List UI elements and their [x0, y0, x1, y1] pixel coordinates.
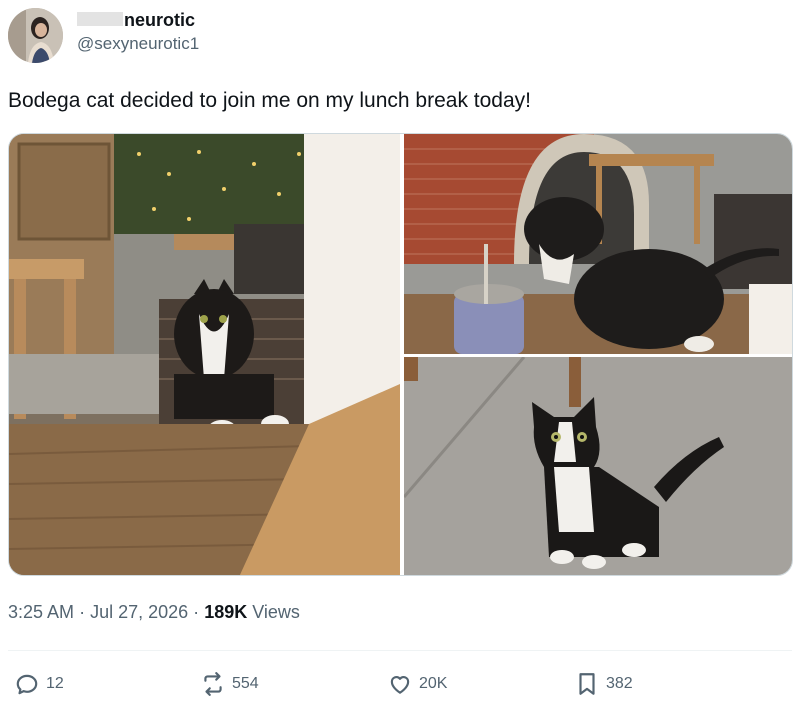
- tweet-date[interactable]: Jul 27, 2026: [90, 602, 188, 622]
- avatar-image: [8, 8, 63, 63]
- repost-count: 554: [232, 675, 259, 692]
- reply-count: 12: [46, 675, 64, 692]
- like-count: 20K: [419, 675, 448, 692]
- tweet-meta: 3:25 AM · Jul 27, 2026 · 189K Views: [8, 600, 300, 624]
- meta-separator: ·: [79, 602, 86, 622]
- name-redaction: [77, 12, 123, 26]
- avatar[interactable]: [8, 8, 63, 63]
- bookmark-icon: [579, 673, 595, 695]
- reply-button[interactable]: 12: [14, 668, 64, 700]
- author-display-name[interactable]: neurotic: [124, 8, 195, 32]
- like-button[interactable]: 20K: [387, 668, 447, 700]
- tweet-time[interactable]: 3:25 AM: [8, 602, 74, 622]
- reply-icon: [16, 674, 38, 695]
- meta-separator: ·: [193, 602, 200, 622]
- photo-cat-at-table[interactable]: [9, 134, 400, 576]
- repost-button[interactable]: 554: [200, 668, 259, 700]
- photo-cat-at-cup[interactable]: [404, 134, 793, 354]
- views-label: Views: [252, 602, 300, 622]
- author-handle[interactable]: @sexyneurotic1: [77, 33, 199, 55]
- media-grid[interactable]: [8, 133, 793, 576]
- views-count: 189K: [204, 602, 248, 622]
- repost-icon: [204, 672, 222, 696]
- action-bar: 12 554 20K 382: [0, 668, 800, 700]
- photo-cat-on-sidewalk[interactable]: [404, 357, 793, 576]
- tweet-text: Bodega cat decided to join me on my lunc…: [8, 89, 531, 112]
- divider: [8, 650, 792, 651]
- bookmark-button[interactable]: 382: [574, 668, 633, 700]
- bookmark-count: 382: [606, 675, 633, 692]
- like-icon: [390, 676, 410, 694]
